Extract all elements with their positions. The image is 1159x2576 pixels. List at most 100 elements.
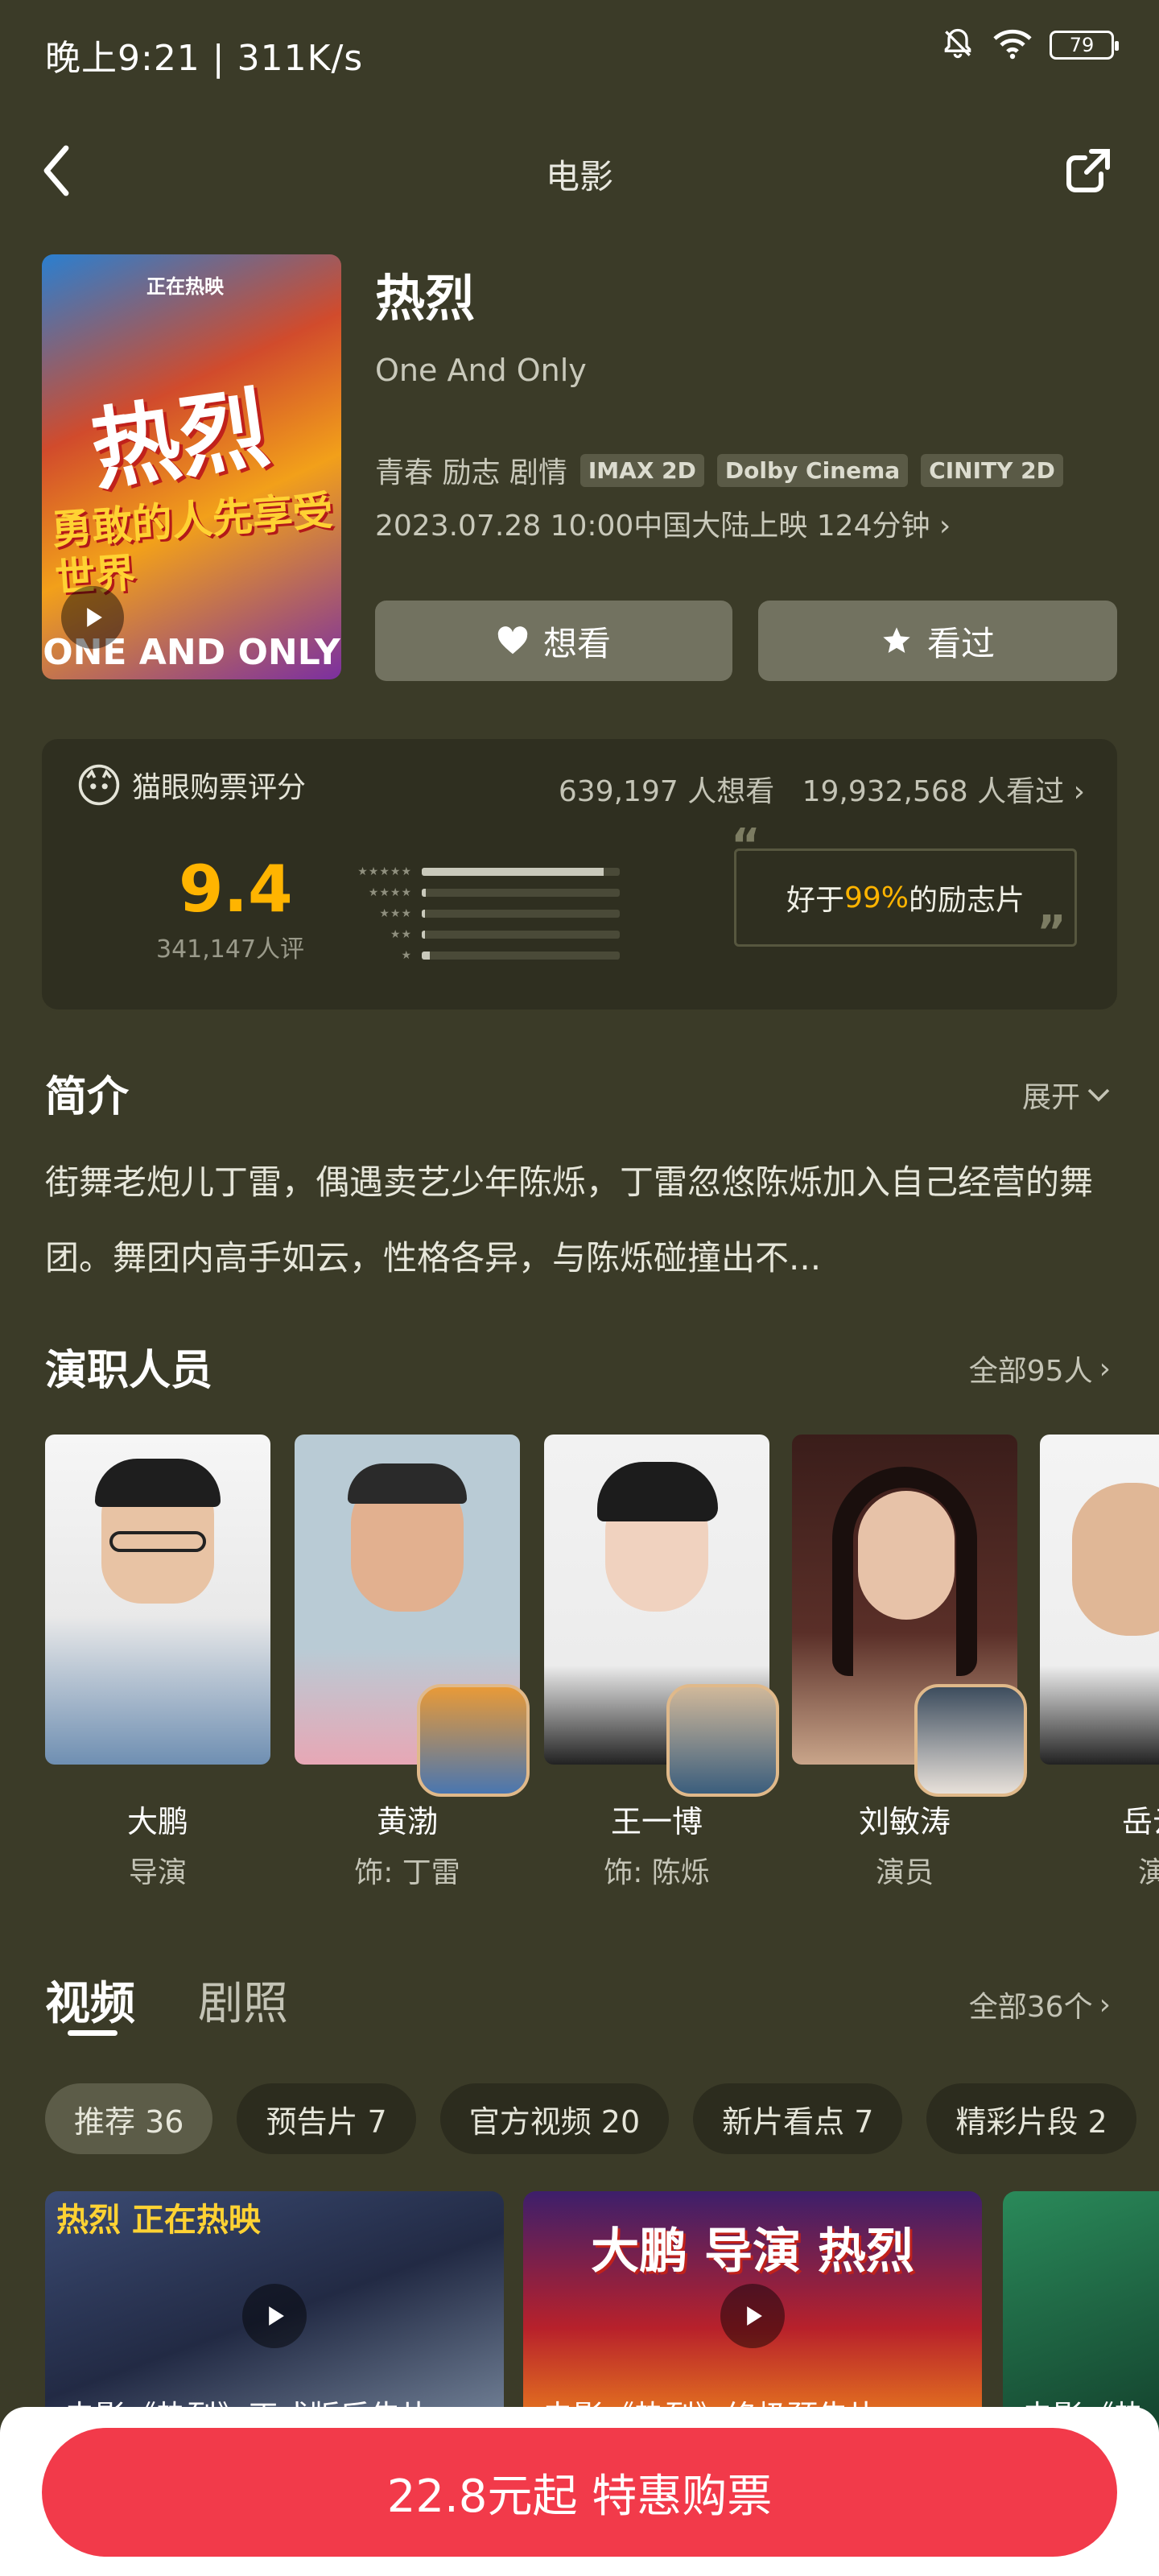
rating-title: 猫眼购票评分	[77, 763, 306, 807]
battery-level: 79	[1069, 34, 1095, 56]
seen-count: 19,932,568 人看过	[802, 775, 1065, 808]
character-avatar	[914, 1684, 1027, 1797]
chevron-down-icon	[1087, 1088, 1110, 1102]
cast-member[interactable]: 大鹏 导演	[45, 1435, 270, 1891]
status-icons: 79	[940, 26, 1119, 64]
genre-text: 青春 励志 剧情	[375, 456, 567, 489]
chip-trailers[interactable]: 预告片 7	[237, 2083, 416, 2154]
rating-score: 9.4	[179, 852, 293, 927]
movie-poster[interactable]: 正在热映 热烈 勇敢的人先享受世界 ONE AND ONLY	[42, 254, 341, 679]
poster-tag: 正在热映	[146, 275, 224, 298]
chevron-right-icon: ›	[1073, 775, 1085, 808]
movie-genres: 青春 励志 剧情 IMAX 2D Dolby Cinema CINITY 2D	[375, 449, 1063, 491]
chevron-right-icon: ›	[1099, 1352, 1111, 1385]
cast-name: 黄渤	[376, 1804, 438, 1839]
play-button[interactable]	[61, 586, 124, 649]
chevron-right-icon: ›	[938, 510, 951, 543]
want-count: 639,197 人想看	[558, 775, 775, 808]
dist-row-4: ★★★★	[332, 882, 620, 903]
intro-heading: 简介	[45, 1073, 130, 1121]
video-card[interactable]: 大鹏 导演 热烈 电影《热烈》终极预告片	[523, 2191, 982, 2441]
dist-row-5: ★★★★★	[332, 861, 620, 882]
cast-photo	[295, 1435, 530, 1797]
cast-member[interactable]: 王一博 饰: 陈烁	[544, 1435, 779, 1891]
dist-row-2: ★★	[332, 924, 620, 945]
cast-photo	[792, 1435, 1027, 1797]
page-title: 电影	[545, 157, 613, 196]
poster-slogan: 勇敢的人先享受世界	[50, 487, 335, 602]
share-button[interactable]	[1062, 145, 1114, 200]
star-icon	[883, 627, 910, 653]
format-badge: Dolby Cinema	[716, 453, 909, 487]
share-icon	[1066, 149, 1110, 192]
release-info[interactable]: 2023.07.28 10:00中国大陆上映 124分钟 ›	[375, 502, 951, 544]
play-button[interactable]	[242, 2284, 307, 2348]
cast-member[interactable]: 刘敏涛 演员	[792, 1435, 1027, 1891]
tab-active-indicator	[68, 2030, 118, 2036]
seen-button[interactable]: 看过	[758, 601, 1117, 681]
quote-percent: 99%	[843, 881, 909, 914]
cast-role: 演员	[875, 1856, 934, 1889]
format-badge: CINITY 2D	[921, 453, 1063, 487]
cast-photo	[45, 1435, 270, 1765]
cast-all-label: 全部95人	[968, 1355, 1093, 1388]
want-label: 想看	[542, 623, 611, 663]
chip-recommended[interactable]: 推荐 36	[45, 2083, 213, 2154]
cast-heading: 演职人员	[45, 1347, 213, 1395]
battery-icon: 79	[1050, 31, 1119, 60]
quote-close-icon: ”	[1037, 906, 1066, 959]
movie-title: 热烈	[375, 269, 476, 328]
cat-eye-logo-icon	[78, 764, 120, 806]
dist-bar	[422, 910, 425, 918]
play-button[interactable]	[720, 2284, 785, 2348]
play-icon	[747, 2306, 762, 2326]
tab-videos[interactable]: 视频	[45, 1967, 135, 2033]
cast-photo	[544, 1435, 779, 1797]
status-time: 晚上9:21 | 311K/s	[45, 38, 364, 79]
play-icon	[269, 2306, 284, 2326]
rating-card[interactable]: 猫眼购票评分 639,197 人想看 19,932,568 人看过 › 9.4 …	[42, 739, 1117, 1009]
videos-all-label: 全部36个	[968, 1991, 1093, 2024]
video-overlay-text: 热烈 正在热映	[56, 2202, 261, 2239]
quote-suffix: 的励志片	[909, 884, 1025, 917]
rating-count: 341,147人评	[156, 935, 305, 964]
character-avatar	[666, 1684, 779, 1797]
want-button[interactable]: 想看	[375, 601, 732, 681]
dist-bar	[422, 889, 426, 897]
expand-label: 展开	[1021, 1081, 1080, 1114]
chip-official[interactable]: 官方视频 20	[439, 2083, 670, 2154]
cast-name: 刘敏涛	[858, 1804, 951, 1839]
stars-5-icon: ★★★★★	[357, 865, 412, 878]
stars-4-icon: ★★★★	[368, 886, 412, 899]
video-overlay-text: 大鹏 导演 热烈	[591, 2223, 914, 2280]
cast-role: 演	[1137, 1856, 1159, 1889]
rating-distribution: ★★★★★ ★★★★ ★★★ ★★ ★	[332, 861, 620, 966]
quote-prefix: 好于	[786, 884, 844, 917]
heart-icon	[497, 626, 528, 654]
video-filter-chips: 推荐 36 预告片 7 官方视频 20 新片看点 7 精彩片段 2	[45, 2083, 1136, 2154]
cast-member-partial[interactable]: 岳云 演	[1040, 1435, 1159, 1918]
expand-button[interactable]: 展开	[1022, 1074, 1111, 1116]
play-icon	[87, 608, 102, 627]
cast-role: 饰: 陈烁	[604, 1856, 710, 1889]
chip-clips[interactable]: 精彩片段 2	[926, 2083, 1136, 2154]
dist-bar	[422, 868, 604, 876]
tab-stills[interactable]: 剧照	[198, 1967, 288, 2033]
video-card-partial[interactable]: 电影《热	[1003, 2191, 1159, 2441]
rating-title-text: 猫眼购票评分	[132, 771, 307, 804]
cast-role: 饰: 丁雷	[354, 1856, 460, 1889]
videos-all-link[interactable]: 全部36个 ›	[969, 1984, 1111, 2025]
dist-row-1: ★	[332, 945, 620, 966]
character-avatar	[417, 1684, 530, 1797]
stars-1-icon: ★	[401, 949, 412, 962]
buy-ticket-button[interactable]: 22.8元起 特惠购票	[42, 2428, 1117, 2557]
cast-name: 王一博	[610, 1804, 703, 1839]
cast-member[interactable]: 黄渤 饰: 丁雷	[295, 1435, 530, 1891]
cast-all-link[interactable]: 全部95人 ›	[969, 1348, 1111, 1389]
release-text: 2023.07.28 10:00中国大陆上映 124分钟	[375, 510, 930, 543]
wifi-icon	[993, 27, 1032, 63]
rating-counts[interactable]: 639,197 人想看 19,932,568 人看过 ›	[559, 768, 1085, 810]
video-card[interactable]: 热烈 正在热映 电影《热烈》正式版后告片	[45, 2191, 504, 2441]
chevron-right-icon: ›	[1099, 1988, 1111, 2021]
chip-highlights[interactable]: 新片看点 7	[693, 2083, 903, 2154]
